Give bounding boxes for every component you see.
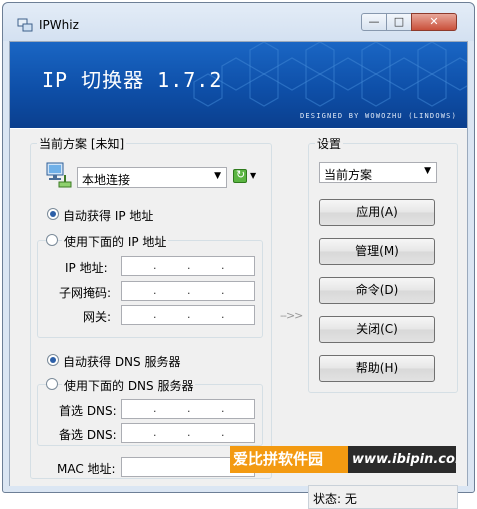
- ip-dot: .: [153, 426, 157, 439]
- manual-dns-radio[interactable]: [46, 378, 58, 390]
- ip-dot: .: [221, 284, 225, 297]
- ip-dot: .: [153, 402, 157, 415]
- adapter-select[interactable]: 本地连接 ▼: [77, 167, 227, 188]
- app-network-icon: [17, 18, 33, 32]
- scheme-select[interactable]: 当前方案 ▼: [319, 162, 437, 183]
- subnet-mask-field[interactable]: . . .: [121, 281, 255, 301]
- banner: IP 切换器 1.7.2 DESIGNED BY WOWOZHU (LINDOW…: [10, 42, 467, 128]
- ip-dot: .: [221, 259, 225, 272]
- ip-address-field[interactable]: . . .: [121, 256, 255, 276]
- ip-dot: .: [221, 426, 225, 439]
- maximize-button[interactable]: □: [386, 13, 412, 31]
- settings-group: 设置 当前方案 ▼ 应用(A) 管理(M) 命令(D) 关闭(C) 帮助(H): [308, 135, 458, 393]
- watermark-url: www.ibipin.com: [352, 452, 456, 467]
- ip-dot: .: [221, 402, 225, 415]
- subnet-mask-label: 子网掩码:: [59, 286, 112, 300]
- gateway-field[interactable]: . . .: [121, 305, 255, 325]
- alternate-dns-field[interactable]: . . .: [121, 423, 255, 443]
- ip-dot: .: [187, 284, 191, 297]
- manual-dns-legend: 使用下面的 DNS 服务器: [62, 377, 196, 394]
- status-bar: 状态: 无: [308, 485, 458, 509]
- network-computer-icon: [46, 162, 72, 188]
- alternate-dns-label: 备选 DNS:: [59, 428, 117, 442]
- ip-dot: .: [187, 259, 191, 272]
- preferred-dns-field[interactable]: . . .: [121, 399, 255, 419]
- refresh-icon: ↻: [236, 168, 246, 181]
- app-window: IPWhiz — □ ✕ IP 切换器 1.7.2 DESIGNED BY WO…: [2, 2, 475, 509]
- ip-dot: .: [187, 308, 191, 321]
- preferred-dns-label: 首选 DNS:: [59, 404, 117, 418]
- banner-credit: DESIGNED BY WOWOZHU (LINDOWS): [299, 112, 457, 120]
- auto-ip-label: 自动获得 IP 地址: [63, 209, 154, 223]
- client-area: IP 切换器 1.7.2 DESIGNED BY WOWOZHU (LINDOW…: [9, 41, 468, 509]
- status-text: 状态: 无: [313, 492, 357, 506]
- auto-dns-label: 自动获得 DNS 服务器: [63, 355, 181, 369]
- arrow-hint: -->>: [280, 309, 303, 322]
- ip-dot: .: [187, 426, 191, 439]
- ip-address-label: IP 地址:: [65, 261, 108, 275]
- help-button[interactable]: 帮助(H): [319, 355, 435, 382]
- refresh-adapter-button[interactable]: ↻: [233, 168, 247, 183]
- gateway-label: 网关:: [83, 310, 112, 324]
- watermark-site-name: 爱比拼软件园: [230, 446, 348, 473]
- ip-dot: .: [221, 308, 225, 321]
- ip-dot: .: [153, 308, 157, 321]
- ip-dot: .: [187, 402, 191, 415]
- apply-button[interactable]: 应用(A): [319, 199, 435, 226]
- banner-title: IP 切换器 1.7.2: [42, 68, 223, 92]
- command-button[interactable]: 命令(D): [319, 277, 435, 304]
- manual-ip-legend: 使用下面的 IP 地址: [62, 233, 169, 250]
- auto-ip-radio[interactable]: [47, 208, 59, 220]
- main-panel: 当前方案 [未知] 本地连接 ▼ ↻ ▼ 自动获得 IP 地址 使用下面的 IP…: [10, 129, 467, 509]
- settings-legend: 设置: [315, 135, 344, 152]
- close-button[interactable]: 关闭(C): [319, 316, 435, 343]
- window-title: IPWhiz: [39, 18, 79, 32]
- title-bar[interactable]: IPWhiz — □ ✕: [3, 3, 474, 41]
- watermark: 爱比拼软件园 www.ibipin.com: [230, 446, 456, 473]
- ip-dot: .: [153, 259, 157, 272]
- current-scheme-legend: 当前方案 [未知]: [37, 135, 127, 152]
- chevron-down-icon: ▼: [214, 171, 221, 181]
- minimize-button[interactable]: —: [361, 13, 387, 31]
- close-window-button[interactable]: ✕: [411, 13, 457, 31]
- current-scheme-group: 当前方案 [未知] 本地连接 ▼ ↻ ▼ 自动获得 IP 地址 使用下面的 IP…: [30, 135, 272, 479]
- mac-address-label: MAC 地址:: [57, 462, 116, 476]
- manual-ip-radio[interactable]: [46, 234, 58, 246]
- manage-button[interactable]: 管理(M): [319, 238, 435, 265]
- chevron-down-icon: ▼: [424, 166, 431, 176]
- ip-dot: .: [153, 284, 157, 297]
- scheme-select-value: 当前方案: [324, 168, 373, 182]
- adapter-menu-arrow-icon[interactable]: ▼: [250, 171, 256, 180]
- auto-dns-radio[interactable]: [47, 354, 59, 366]
- adapter-select-value: 本地连接: [82, 173, 131, 187]
